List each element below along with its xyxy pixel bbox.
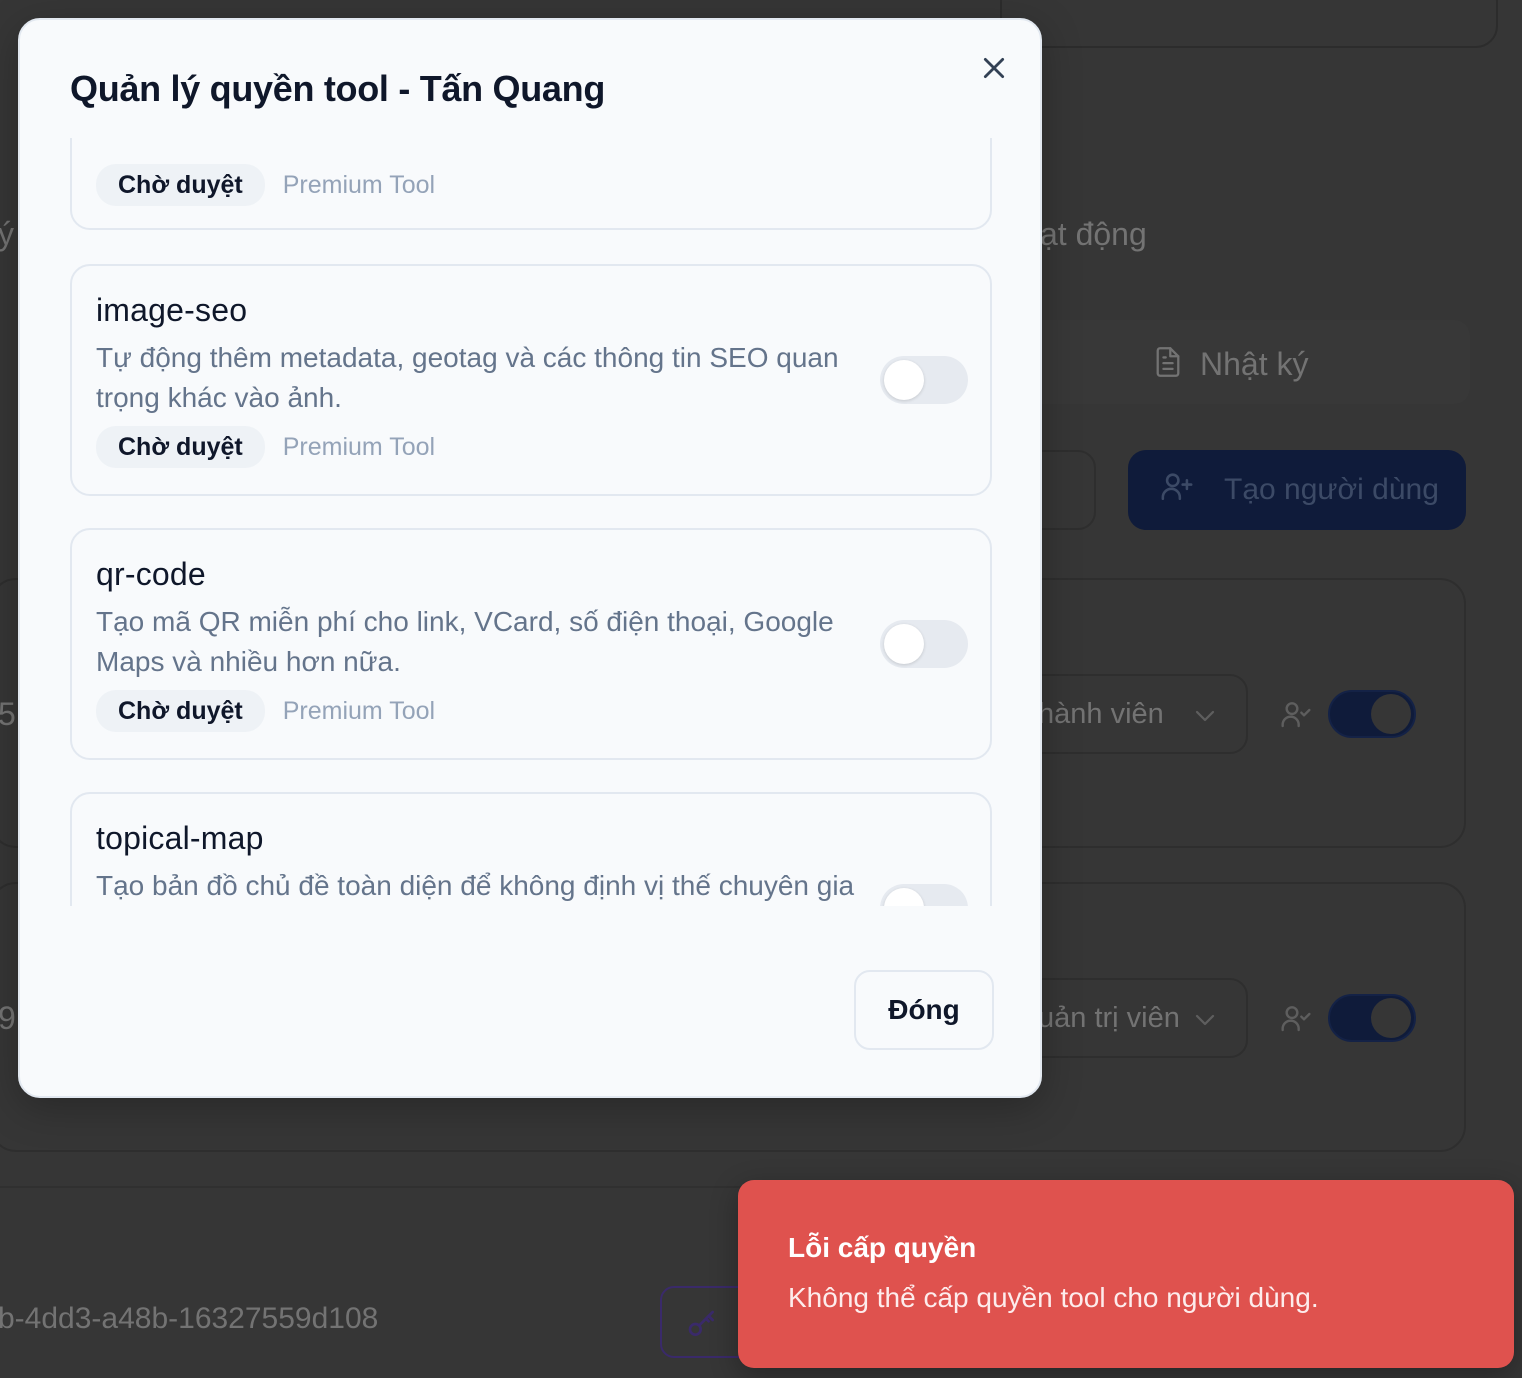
toggle-knob	[884, 624, 924, 664]
tool-name: topical-map	[96, 820, 264, 856]
file-text-icon	[1154, 346, 1182, 383]
tool-description: Tự động thêm metadata, geotag và các thô…	[96, 342, 839, 413]
tool-type-label: Premium Tool	[282, 432, 436, 461]
status-badge: Chờ duyệt	[96, 426, 265, 468]
tool-type-label: Premium Tool	[282, 170, 436, 199]
tool-permission-toggle[interactable]	[880, 620, 968, 668]
chevron-down-icon	[1194, 1002, 1216, 1035]
bg-role-select-value: hành viên	[1038, 697, 1164, 730]
tool-name: qr-code	[96, 556, 206, 592]
tool-permission-toggle[interactable]	[880, 356, 968, 404]
user-check-icon	[1280, 1002, 1312, 1039]
tool-description: Tạo bản đồ chủ đề toàn diện để không địn…	[96, 870, 855, 901]
toast-title: Lỗi cấp quyền	[788, 1232, 977, 1263]
dialog-close-button[interactable]	[974, 50, 1014, 90]
tool-badges: Chờ duyệt Premium Tool	[96, 690, 435, 732]
status-badge: Chờ duyệt	[96, 690, 265, 732]
toggle-knob	[884, 888, 924, 906]
bg-fragment-text: ý	[0, 216, 14, 252]
bg-user-active-toggle[interactable]	[1328, 994, 1416, 1042]
tool-card: topical-map Tạo bản đồ chủ đề toàn diện …	[70, 792, 992, 906]
bg-log-tab[interactable]: Nhật ký	[1154, 346, 1308, 383]
toggle-knob	[884, 360, 924, 400]
tool-card: Chờ duyệt Premium Tool	[70, 138, 992, 230]
tool-card: qr-code Tạo mã QR miễn phí cho link, VCa…	[70, 528, 992, 760]
toast-description: Không thể cấp quyền tool cho người dùng.	[788, 1282, 1319, 1313]
bg-activity-tab[interactable]: ạt động	[1040, 216, 1147, 253]
bg-user-active-toggle[interactable]	[1328, 690, 1416, 738]
user-plus-icon	[1160, 469, 1194, 511]
close-button[interactable]: Đóng	[854, 970, 994, 1050]
tool-permission-toggle[interactable]	[880, 884, 968, 906]
bg-log-tab-label: Nhật ký	[1200, 346, 1309, 382]
bg-create-user-button[interactable]: Tạo người dùng	[1128, 450, 1466, 530]
tool-list[interactable]: Chờ duyệt Premium Tool image-seo Tự động…	[20, 138, 1040, 906]
bg-top-card	[1000, 0, 1498, 48]
tool-card: image-seo Tự động thêm metadata, geotag …	[70, 264, 992, 496]
chevron-down-icon	[1194, 698, 1216, 731]
key-icon	[686, 1308, 718, 1345]
tool-permission-dialog: Quản lý quyền tool - Tấn Quang Chờ duyệt…	[18, 18, 1042, 1098]
tool-description: Tạo mã QR miễn phí cho link, VCard, số đ…	[96, 606, 834, 677]
bg-user-id: b-4dd3-a48b-16327559d108	[0, 1302, 379, 1335]
bg-create-user-label: Tạo người dùng	[1224, 473, 1439, 506]
status-badge: Chờ duyệt	[96, 164, 265, 206]
tool-badges: Chờ duyệt Premium Tool	[96, 426, 435, 468]
tool-name: image-seo	[96, 292, 248, 328]
dialog-title: Quản lý quyền tool - Tấn Quang	[70, 68, 606, 109]
bg-role-select-value: uản trị viên	[1038, 1001, 1180, 1034]
close-icon	[981, 55, 1007, 86]
bg-fragment-text: 5	[0, 696, 16, 732]
user-check-icon	[1280, 698, 1312, 735]
bg-fragment-text: 9	[0, 1000, 16, 1036]
tool-type-label: Premium Tool	[282, 696, 436, 725]
tool-badges: Chờ duyệt Premium Tool	[96, 164, 435, 206]
error-toast[interactable]: Lỗi cấp quyền Không thể cấp quyền tool c…	[738, 1180, 1514, 1368]
